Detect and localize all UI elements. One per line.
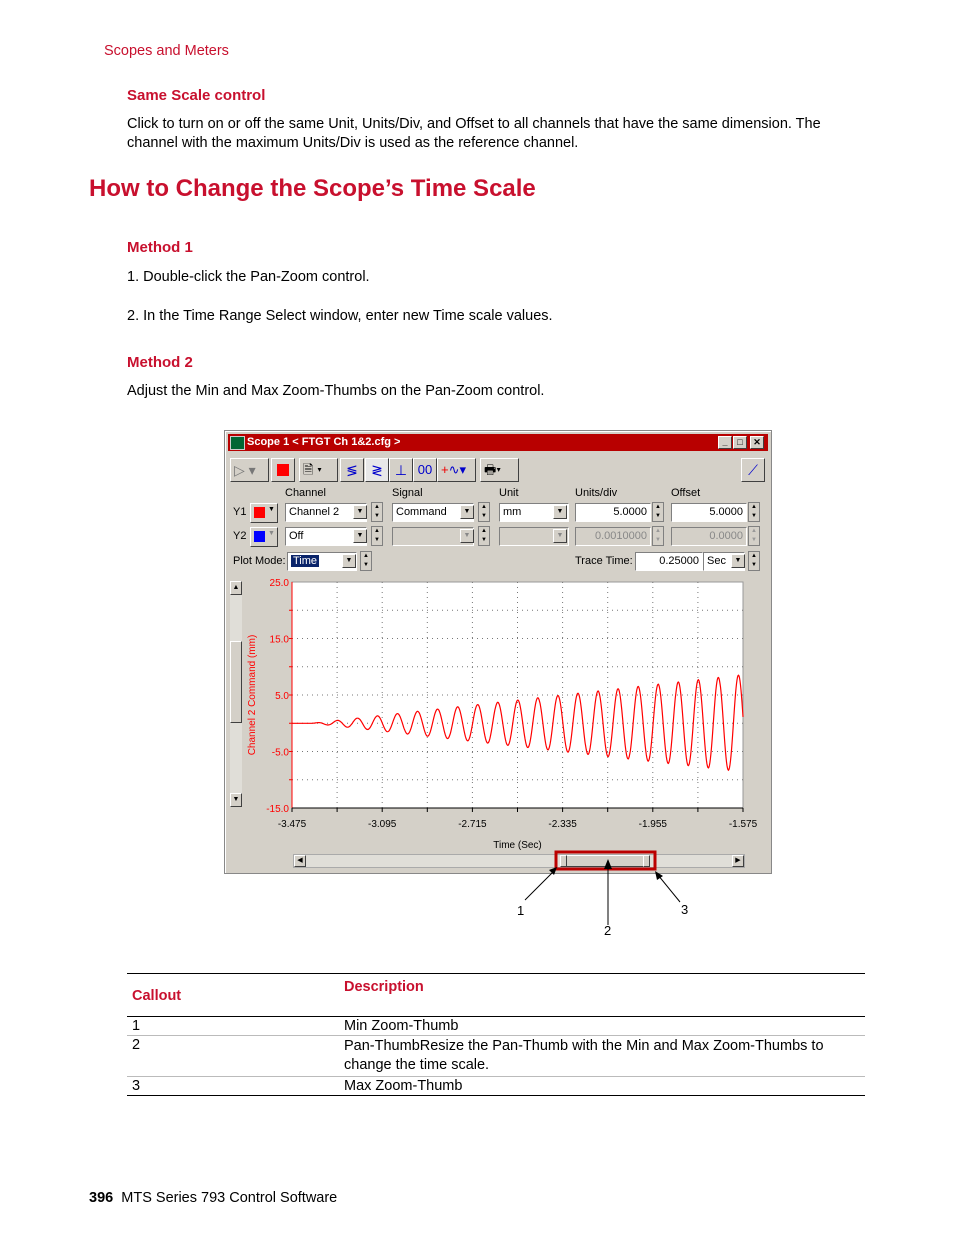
y1-label: Y1 [233,506,247,518]
scope-app-icon [230,436,245,450]
section-title: Same Scale control [127,87,266,104]
y1-offset-spinner[interactable]: ▲ ▼ [748,502,760,522]
callout-leader-1 [524,869,556,901]
x-tick-label: -1.955 [639,819,668,830]
color-swatch [254,507,265,518]
channel-col-label: Channel [285,487,326,499]
print-button[interactable]: 🖶▾ [480,458,519,482]
same-scale-icon[interactable]: ⊥ [389,458,413,482]
arrowhead [604,859,612,869]
callout-leader-3 [657,874,681,903]
footer: 396 MTS Series 793 Control Software [89,1190,337,1206]
y2-channel-spinner[interactable]: ▲ ▼ [371,526,383,546]
x-tick-label: -2.715 [458,819,487,830]
method2-title: Method 2 [127,354,193,371]
zoom-out-y-icon[interactable]: ≷ [365,458,389,482]
callout-1: 1 [517,903,525,918]
page: Scopes and Meters Same Scale control Cli… [0,0,954,1235]
table-row: 3 Max Zoom-Thumb [127,1077,865,1096]
x-tick-label: -2.335 [548,819,577,830]
scope-window: Scope 1 < FTGT Ch 1&2.cfg > _ □ ✕ ▷ ▾ 🗎 … [224,430,772,874]
unit-col-label: Unit [499,487,519,499]
auto-offset-icon[interactable]: 00 [413,458,437,482]
cell: Max Zoom-Thumb [344,1078,463,1094]
table-row: 1 Min Zoom-Thumb [127,1017,865,1036]
y2-offset-input[interactable]: 0.0000 [671,527,747,546]
callout-2: 2 [604,923,612,938]
properties-button[interactable]: 🗎 ▾ [299,458,338,482]
paragraph: Click to turn on or off the same Unit, U… [127,116,821,151]
trace-time-input[interactable]: 0.25000 [635,552,703,571]
x-tick-label: -3.095 [368,819,397,830]
paragraph: Adjust the Min and Max Zoom-Thumbs on th… [127,383,545,399]
y-tick-label: -5.0 [272,748,290,759]
y-axis-label: Channel 2 Command (mm) [247,635,258,756]
offset-col-label: Offset [671,487,701,499]
chart-settings-icon[interactable]: ⟋ [741,458,765,482]
arrowhead [549,867,557,875]
plot-mode-select[interactable]: Time [291,555,320,567]
maximize-button[interactable]: □ [733,436,747,449]
x-tick-label: -3.475 [278,819,307,830]
cell: 3 [132,1078,141,1094]
y2-offset-spinner[interactable]: ▲ ▼ [748,526,760,546]
cell: Pan-ThumbResize the Pan-Thumb with the M… [344,1038,824,1073]
y1-channel-spinner[interactable]: ▲ ▼ [371,502,383,522]
y-tick-label: 25.0 [270,578,290,589]
step: 1. Double-click the Pan-Zoom control. [127,269,370,285]
plot-mode-label: Plot Mode: [233,555,286,567]
cell: 1 [132,1018,141,1034]
trace-time-spinner[interactable]: ▲ ▼ [748,551,760,571]
units-div-col-label: Units/div [575,487,618,499]
y-tick-label: -15.0 [266,804,289,815]
close-button[interactable]: ✕ [750,436,764,449]
step: 2. In the Time Range Select window, ente… [127,308,553,324]
y2-units-div-input[interactable]: 0.0010000 [575,527,651,546]
y-tick-label: 15.0 [270,635,290,646]
footer-title: MTS Series 793 Control Software [121,1190,338,1206]
zoom-in-y-icon[interactable]: ≶ [340,458,364,482]
y1-offset-input[interactable]: 5.0000 [671,503,747,522]
arrowhead [655,871,663,880]
page-heading: How to Change the Scope’s Time Scale [89,175,536,202]
cell: 2 [132,1037,141,1053]
y1-units-div-spinner[interactable]: ▲ ▼ [652,502,664,522]
column-header: Description [344,979,424,995]
y2-label: Y2 [233,530,247,542]
signal-col-label: Signal [392,487,423,499]
running-header: Scopes and Meters [104,43,229,59]
add-trace-button[interactable]: +∿▾ [437,458,476,482]
window-title: Scope 1 < FTGT Ch 1&2.cfg > [247,436,401,448]
y2-signal-spinner[interactable]: ▲ ▼ [478,526,490,546]
scope-chart: 25.0 15.0 5.0 -5.0 -15.0 -3.475 -3.095 -2.715 -2… [247,578,758,851]
page-number: 396 [89,1190,114,1206]
y1-units-div-input[interactable]: 5.0000 [575,503,651,522]
column-header: Callout [132,988,182,1004]
y2-color-picker[interactable]: ▼ [250,527,278,547]
callout-table: Callout Description 1 Min Zoom-Thumb 2 Pan… [127,973,865,1096]
color-swatch [254,531,265,542]
scroll-left-button[interactable]: ◀ [294,855,306,867]
y1-signal-spinner[interactable]: ▲ ▼ [478,502,490,522]
trace-time-label: Trace Time: [575,555,633,567]
callout-graphics [524,850,681,925]
y2-units-div-spinner[interactable]: ▲ ▼ [652,526,664,546]
run-button[interactable]: ▷ ▾ [230,458,269,482]
minimize-button[interactable]: _ [718,436,732,449]
callout-3: 3 [681,902,689,917]
stop-button[interactable] [271,458,295,482]
table-row: 2 Pan-ThumbResize the Pan-Thumb with the … [127,1036,865,1077]
y1-color-picker[interactable]: ▼ [250,503,278,523]
scroll-right-button[interactable]: ▶ [732,855,744,867]
x-tick-label: -1.575 [729,819,758,830]
y-tick-label: 5.0 [275,691,289,702]
method1-title: Method 1 [127,239,193,256]
cell: Min Zoom-Thumb [344,1018,459,1034]
plot-mode-spinner[interactable]: ▲ ▼ [360,551,372,571]
title-bar: Scope 1 < FTGT Ch 1&2.cfg > _ □ ✕ [228,434,768,451]
stop-icon [277,464,289,476]
